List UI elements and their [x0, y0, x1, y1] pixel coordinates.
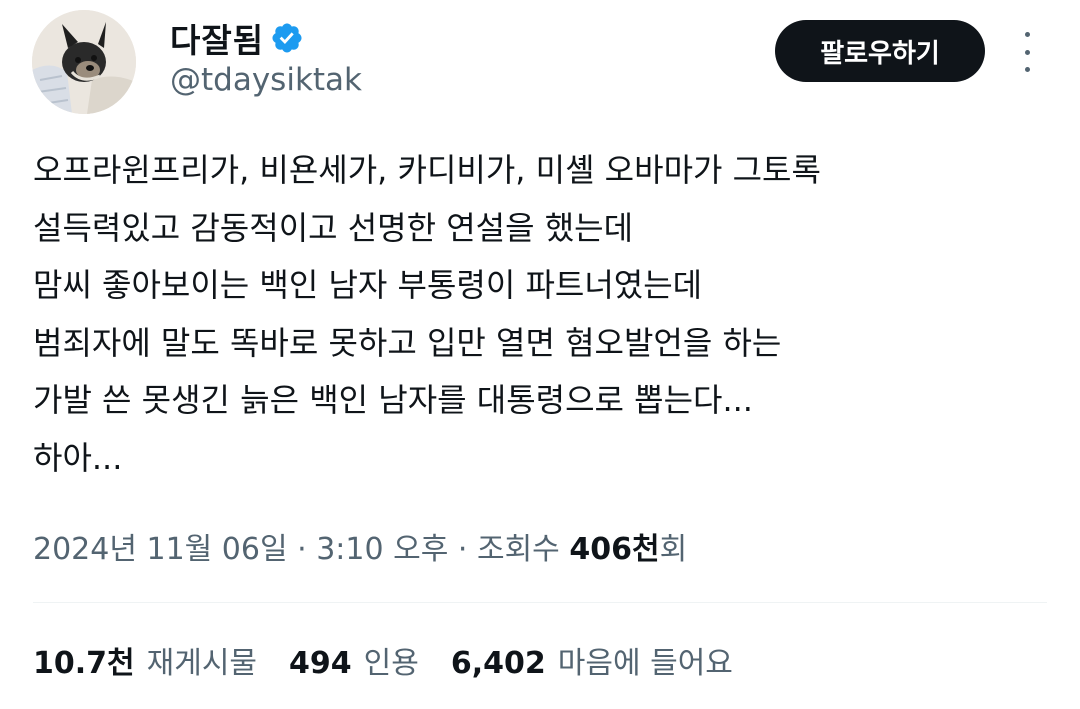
author-name-row: 다잘됨 — [170, 16, 304, 60]
reposts-stat[interactable]: 10.7천 재게시물 — [33, 638, 257, 682]
avatar-image — [32, 10, 136, 114]
reposts-label: 재게시물 — [146, 646, 258, 681]
views-suffix: 회 — [659, 532, 688, 567]
tweet-line: 설득력있고 감동적이고 선명한 연설을 했는데 — [33, 208, 634, 247]
tweet-meta: 2024년 11월 06일 · 3:10 오후 · 조회수 406천회 — [33, 524, 687, 568]
more-dot — [1024, 49, 1030, 55]
user-handle[interactable]: @tdaysiktak — [170, 62, 362, 98]
tweet-time[interactable]: 3:10 오후 — [316, 532, 448, 567]
display-name[interactable]: 다잘됨 — [170, 14, 264, 62]
views-count: 406천 — [569, 532, 660, 567]
meta-separator: · — [297, 532, 307, 567]
tweet-line: 오프라윈프리가, 비욘세가, 카디비가, 미셸 오바마가 그토록 — [33, 151, 821, 189]
divider — [33, 602, 1047, 603]
more-dot — [1024, 32, 1030, 37]
tweet-text: 오프라윈프리가, 비욘세가, 카디비가, 미셸 오바마가 그토록 설득력있고 감… — [33, 142, 1053, 488]
meta-separator: · — [457, 532, 468, 567]
quotes-label: 인용 — [363, 646, 419, 681]
verified-badge-icon[interactable] — [270, 21, 304, 55]
tweet-line: 하아... — [33, 438, 123, 477]
likes-count: 6,402 — [450, 646, 546, 681]
quotes-count: 494 — [289, 646, 352, 681]
quotes-stat[interactable]: 494 인용 — [289, 638, 419, 682]
views-label: 조회수 — [476, 532, 560, 567]
tweet-line: 가발 쓴 못생긴 늙은 백인 남자를 대통령으로 뽑는다... — [33, 381, 753, 420]
tweet-date[interactable]: 2024년 11월 06일 — [33, 532, 288, 567]
tweet-line: 범죄자에 말도 똑바로 못하고 입만 열면 혐오발언을 하는 — [33, 323, 782, 362]
more-dot — [1024, 67, 1030, 72]
likes-label: 마음에 들어요 — [557, 646, 733, 681]
follow-button[interactable]: 팔로우하기 — [775, 20, 985, 82]
likes-stat[interactable]: 6,402 마음에 들어요 — [451, 638, 733, 682]
tweet-line: 맘씨 좋아보이는 백인 남자 부통령이 파트너였는데 — [33, 266, 703, 305]
more-options-icon[interactable] — [1012, 32, 1042, 72]
reposts-count: 10.7천 — [33, 646, 135, 681]
engagement-stats: 10.7천 재게시물 494 인용 6,402 마음에 들어요 — [33, 638, 765, 682]
avatar[interactable] — [32, 10, 136, 114]
